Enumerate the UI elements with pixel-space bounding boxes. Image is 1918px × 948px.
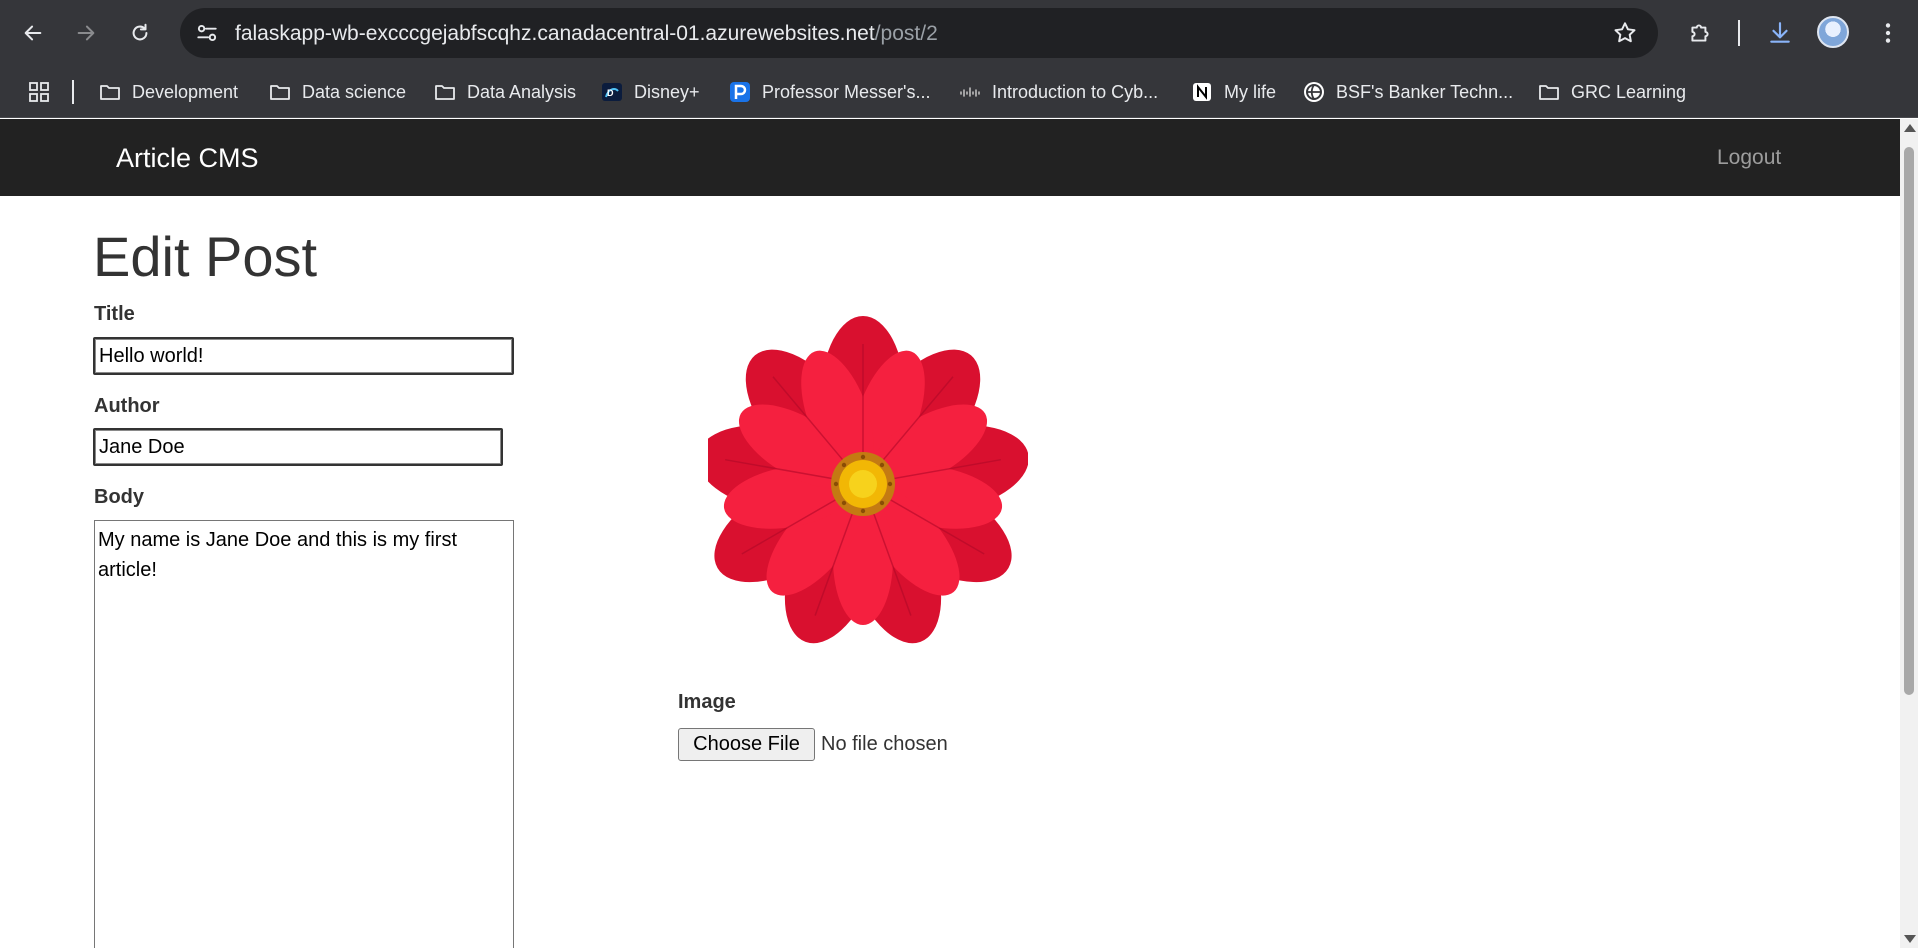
logout-link[interactable]: Logout xyxy=(1717,146,1781,170)
page-title: Edit Post xyxy=(93,225,318,288)
address-bar[interactable]: falaskapp-wb-excccgejabfscqhz.canadacent… xyxy=(180,8,1658,58)
bookmark-label: Disney+ xyxy=(634,81,700,102)
folder-icon xyxy=(1537,80,1561,104)
url-host: falaskapp-wb-excccgejabfscqhz.canadacent… xyxy=(235,22,875,45)
arrow-right-icon xyxy=(77,25,95,41)
more-vertical-icon xyxy=(1885,23,1891,43)
scroll-thumb[interactable] xyxy=(1904,147,1914,695)
bookmark-label: Data Analysis xyxy=(467,81,577,102)
arrow-left-icon xyxy=(24,25,42,41)
folder-icon xyxy=(98,80,122,104)
bookmark-data-analysis[interactable]: Data Analysis xyxy=(433,76,576,108)
bookmark-label: GRC Learning xyxy=(1571,81,1687,102)
body-textarea[interactable] xyxy=(94,520,514,948)
toolbar-divider xyxy=(1738,20,1740,46)
bookmark-bsf-banker[interactable]: BSF's Banker Techn... xyxy=(1302,76,1513,108)
back-button[interactable] xyxy=(14,14,52,52)
file-status-text: No file chosen xyxy=(821,733,948,755)
site-info-icon[interactable] xyxy=(194,20,220,46)
bookmark-professor-messer[interactable]: Professor Messer's... xyxy=(728,76,930,108)
bookmark-development[interactable]: Development xyxy=(98,76,238,108)
bookmarks-bar: Development Data science Data Analysis D… xyxy=(0,66,1918,118)
bookmark-label: My life xyxy=(1224,81,1277,102)
disney-plus-icon: D xyxy=(600,80,624,104)
bookmark-star-icon[interactable] xyxy=(1612,20,1638,46)
profile-avatar[interactable] xyxy=(1817,16,1849,48)
author-label: Author xyxy=(94,395,160,417)
folder-icon xyxy=(268,80,292,104)
bookmark-label: Professor Messer's... xyxy=(762,81,931,102)
reload-icon xyxy=(132,23,148,41)
author-input[interactable] xyxy=(93,428,503,466)
downloads-button[interactable] xyxy=(1762,15,1798,51)
page-scrollbar[interactable] xyxy=(1900,119,1918,948)
bookmarks-divider xyxy=(72,80,74,104)
bookmark-grc-learning[interactable]: GRC Learning xyxy=(1537,76,1686,108)
bookmark-introduction-cyber[interactable]: Introduction to Cyb... xyxy=(958,76,1158,108)
brand-link[interactable]: Article CMS xyxy=(116,143,259,174)
download-icon xyxy=(1770,22,1790,43)
image-label: Image xyxy=(678,691,736,713)
url-text[interactable]: falaskapp-wb-excccgejabfscqhz.canadacent… xyxy=(235,22,938,46)
browser-menu-button[interactable] xyxy=(1870,15,1906,51)
title-label: Title xyxy=(94,303,135,325)
globe-icon xyxy=(1302,80,1326,104)
apps-grid-icon[interactable] xyxy=(27,80,51,104)
browser-toolbar: falaskapp-wb-excccgejabfscqhz.canadacent… xyxy=(0,0,1918,66)
cisco-icon xyxy=(958,80,982,104)
title-input[interactable] xyxy=(93,337,514,375)
bookmark-label: BSF's Banker Techn... xyxy=(1336,81,1514,102)
bookmark-label: Development xyxy=(132,81,239,102)
scroll-up-arrow-icon[interactable] xyxy=(1904,124,1916,132)
notion-icon xyxy=(1190,80,1214,104)
bookmark-my-life[interactable]: My life xyxy=(1190,76,1276,108)
body-label: Body xyxy=(94,486,144,508)
bookmark-label: Introduction to Cyb... xyxy=(992,81,1159,102)
bookmark-data-science[interactable]: Data science xyxy=(268,76,406,108)
professor-messer-icon xyxy=(728,80,752,104)
choose-file-button[interactable]: Choose File xyxy=(678,728,815,761)
folder-icon xyxy=(433,80,457,104)
page-viewport: Article CMS Logout Edit Post Title Autho… xyxy=(0,119,1900,948)
url-path: /post/2 xyxy=(874,22,938,45)
post-image xyxy=(708,316,1028,644)
extensions-button[interactable] xyxy=(1682,15,1718,51)
app-navbar: Article CMS Logout xyxy=(0,119,1900,196)
bookmark-disney-plus[interactable]: D Disney+ xyxy=(600,76,700,108)
puzzle-icon xyxy=(1691,24,1709,42)
reload-button[interactable] xyxy=(121,14,159,52)
scroll-down-arrow-icon[interactable] xyxy=(1904,935,1916,943)
bookmark-label: Data science xyxy=(302,81,407,102)
forward-button[interactable] xyxy=(67,14,105,52)
svg-text:D: D xyxy=(607,88,614,98)
